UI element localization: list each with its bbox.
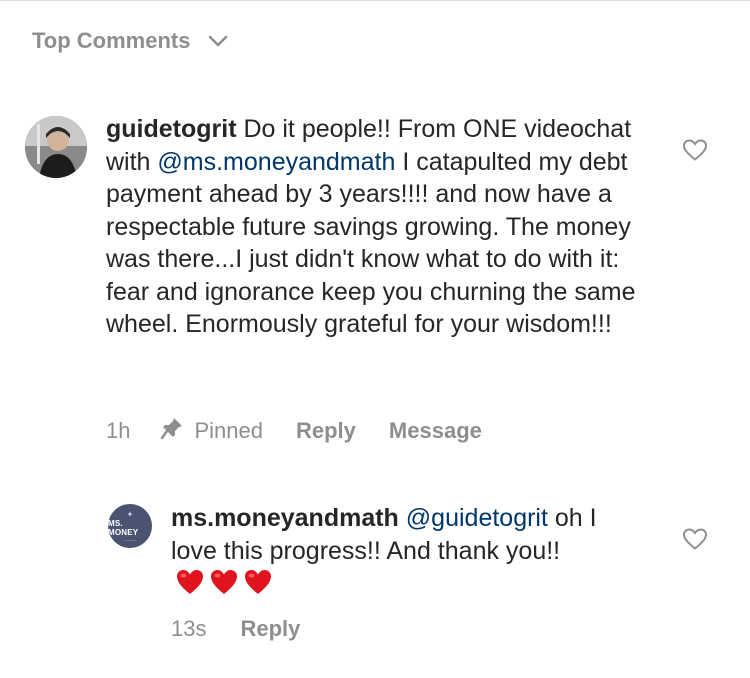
heart-outline-icon[interactable] bbox=[682, 527, 708, 551]
comment-actions: 1h Pinned Reply Message bbox=[106, 416, 482, 446]
heart-emojis bbox=[171, 569, 273, 597]
pin-icon bbox=[160, 416, 184, 446]
reply-actions: 13s Reply bbox=[171, 616, 333, 642]
pinned-label: Pinned bbox=[194, 418, 263, 443]
sort-label: Top Comments bbox=[32, 28, 191, 53]
comment-username[interactable]: guidetogrit bbox=[106, 115, 237, 143]
profile-photo bbox=[25, 116, 87, 178]
mention-link[interactable]: @ms.moneyandmath bbox=[157, 148, 395, 176]
comment-body: guidetogrit Do it people!! From ONE vide… bbox=[106, 113, 646, 341]
star-icon: ✦ bbox=[126, 509, 134, 519]
avatar-ms-moneyandmath[interactable]: ✦ MS. MONEY ——— bbox=[108, 504, 152, 548]
red-heart-icon bbox=[177, 570, 203, 594]
comment-timestamp: 13s bbox=[171, 616, 207, 641]
pinned-indicator: Pinned bbox=[160, 416, 263, 446]
avatar-guidetogrit[interactable] bbox=[25, 116, 87, 178]
red-heart-icon bbox=[211, 570, 237, 594]
avatar-logo-text: MS. MONEY bbox=[108, 518, 139, 537]
message-button[interactable]: Message bbox=[389, 418, 482, 444]
reply-button[interactable]: Reply bbox=[296, 418, 356, 444]
mention-link[interactable]: @guidetogrit bbox=[406, 504, 548, 532]
chevron-down-icon bbox=[208, 35, 228, 47]
comment-timestamp: 1h bbox=[106, 418, 131, 443]
heart-outline-icon[interactable] bbox=[682, 138, 708, 162]
comment-text-part: I catapulted my debt payment ahead by 3 … bbox=[106, 147, 636, 339]
red-heart-icon bbox=[245, 570, 271, 594]
sort-dropdown[interactable]: Top Comments bbox=[32, 28, 228, 54]
reply-body: ms.moneyandmath @guidetogrit oh I love t… bbox=[171, 502, 631, 600]
top-divider bbox=[0, 0, 750, 1]
comment-username[interactable]: ms.moneyandmath bbox=[171, 504, 399, 532]
reply-button[interactable]: Reply bbox=[240, 616, 300, 642]
comments-screen: Top Comments guidetogrit Do it people!! … bbox=[0, 0, 750, 678]
avatar-logo-subtext: ——— bbox=[124, 536, 136, 542]
